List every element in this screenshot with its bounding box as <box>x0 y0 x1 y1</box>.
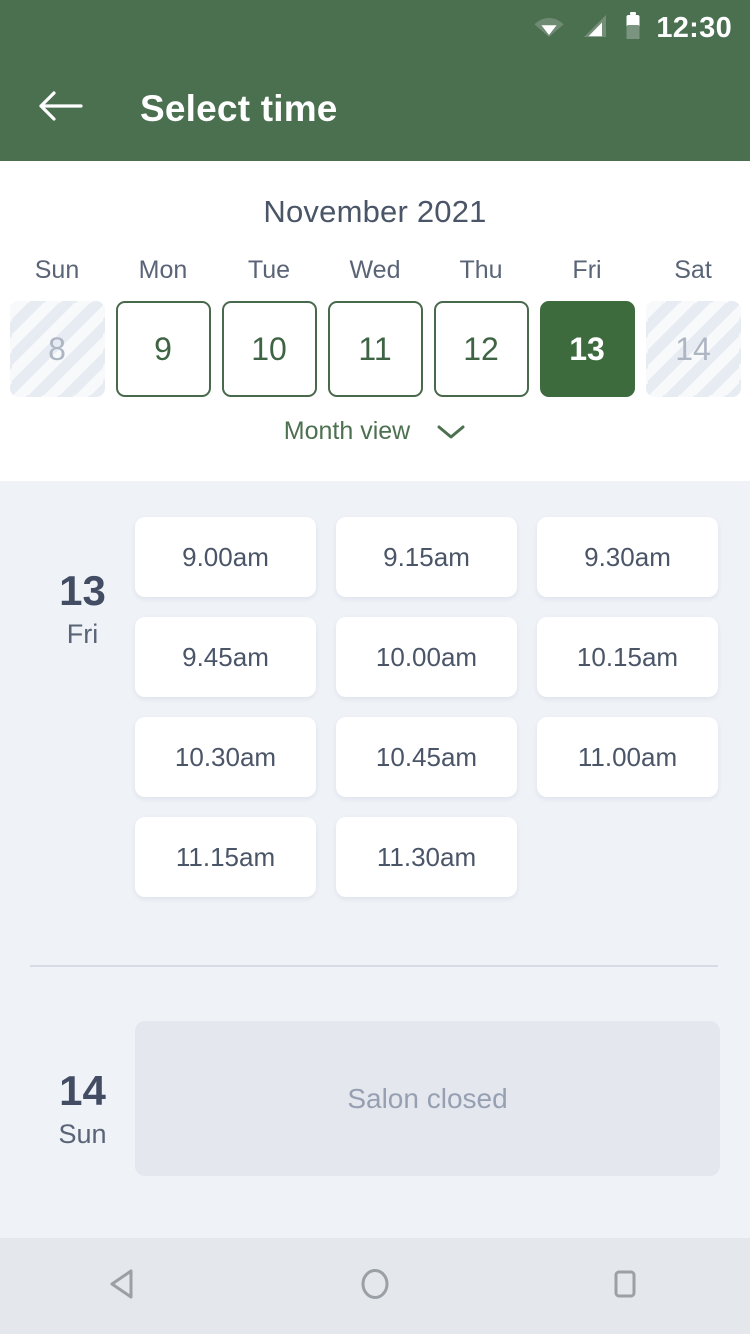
month-view-toggle[interactable]: Month view <box>0 417 750 446</box>
android-nav-bar <box>0 1238 750 1334</box>
arrow-left-icon <box>37 89 83 128</box>
time-slot[interactable]: 10.00am <box>336 617 517 697</box>
time-slot[interactable]: 9.30am <box>537 517 718 597</box>
slot-group-date-label: 14 Sun <box>30 1021 135 1176</box>
nav-recents-button[interactable] <box>500 1264 750 1309</box>
day-cell-wrap: 12 <box>428 301 534 397</box>
signal-icon <box>580 14 608 43</box>
day-cell-14: 14 <box>646 301 741 397</box>
weekday-label-sat: Sat <box>674 256 712 284</box>
calendar-weekday-row: Sun Mon Tue Wed Thu Fri Sat <box>0 256 750 285</box>
month-view-label: Month view <box>283 417 411 445</box>
day-cell-9[interactable]: 9 <box>115 301 211 397</box>
day-cell-wrap: 8 <box>4 301 110 397</box>
time-slot[interactable]: 10.15am <box>537 617 718 697</box>
back-button[interactable] <box>24 73 96 145</box>
phone-screen: 12:30 Select time November 2021 Sun Mon … <box>0 0 750 1334</box>
status-bar: 12:30 <box>0 0 750 56</box>
time-slots-area: 13 Fri 9.00am 9.15am 9.30am 9.45am 10.00… <box>0 481 750 1238</box>
weekday-label-tue: Tue <box>247 256 291 284</box>
day-cell-wrap: 14 <box>640 301 746 397</box>
weekday-label-mon: Mon <box>138 256 188 284</box>
nav-home-icon <box>355 1264 395 1309</box>
slot-group-day-of-week: Sun <box>58 1119 107 1150</box>
salon-closed-card: Salon closed <box>135 1021 720 1176</box>
day-cell-wrap: 10 <box>216 301 322 397</box>
app-bar: Select time <box>0 56 750 161</box>
day-cell-8: 8 <box>10 301 105 397</box>
slot-grid: 9.00am 9.15am 9.30am 9.45am 10.00am 10.1… <box>135 517 720 897</box>
wifi-icon <box>534 14 564 43</box>
slot-group-13: 13 Fri 9.00am 9.15am 9.30am 9.45am 10.00… <box>0 481 750 897</box>
time-slot[interactable]: 9.15am <box>336 517 517 597</box>
time-slot[interactable]: 11.00am <box>537 717 718 797</box>
slot-group-date-number: 13 <box>59 567 106 614</box>
day-cell-wrap: 9 <box>110 301 216 397</box>
page-title: Select time <box>140 87 338 129</box>
day-cell-10[interactable]: 10 <box>221 301 317 397</box>
weekday-label-thu: Thu <box>459 256 503 284</box>
weekday-label-wed: Wed <box>349 256 401 284</box>
time-slot[interactable]: 9.45am <box>135 617 316 697</box>
nav-home-button[interactable] <box>250 1264 500 1309</box>
nav-back-button[interactable] <box>0 1264 250 1309</box>
day-cell-wrap: 13 <box>534 301 640 397</box>
day-cell-12[interactable]: 12 <box>433 301 529 397</box>
day-cell-11[interactable]: 11 <box>327 301 423 397</box>
day-cell-13[interactable]: 13 <box>539 301 635 397</box>
time-slot[interactable]: 9.00am <box>135 517 316 597</box>
time-slot[interactable]: 10.45am <box>336 717 517 797</box>
time-slot[interactable]: 11.15am <box>135 817 316 897</box>
slot-group-date-number: 14 <box>59 1067 106 1114</box>
day-cell-wrap: 11 <box>322 301 428 397</box>
nav-recents-icon <box>605 1264 645 1309</box>
nav-back-icon <box>105 1264 145 1309</box>
calendar-panel: November 2021 Sun Mon Tue Wed Thu Fri Sa… <box>0 161 750 481</box>
time-slot[interactable]: 11.30am <box>336 817 517 897</box>
group-divider <box>30 965 718 967</box>
status-bar-time: 12:30 <box>656 11 732 44</box>
battery-icon <box>624 11 642 45</box>
chevron-down-icon <box>436 423 466 441</box>
slot-group-14: 14 Sun Salon closed <box>0 1021 750 1176</box>
slot-group-day-of-week: Fri <box>66 619 99 650</box>
time-slot[interactable]: 10.30am <box>135 717 316 797</box>
weekday-label-sun: Sun <box>34 256 80 284</box>
weekday-label-fri: Fri <box>572 256 602 284</box>
calendar-days-row: 8 9 10 11 12 13 14 <box>0 301 750 397</box>
slot-group-date-label: 13 Fri <box>30 517 135 897</box>
calendar-month-title: November 2021 <box>263 194 487 229</box>
status-icons <box>534 11 642 45</box>
